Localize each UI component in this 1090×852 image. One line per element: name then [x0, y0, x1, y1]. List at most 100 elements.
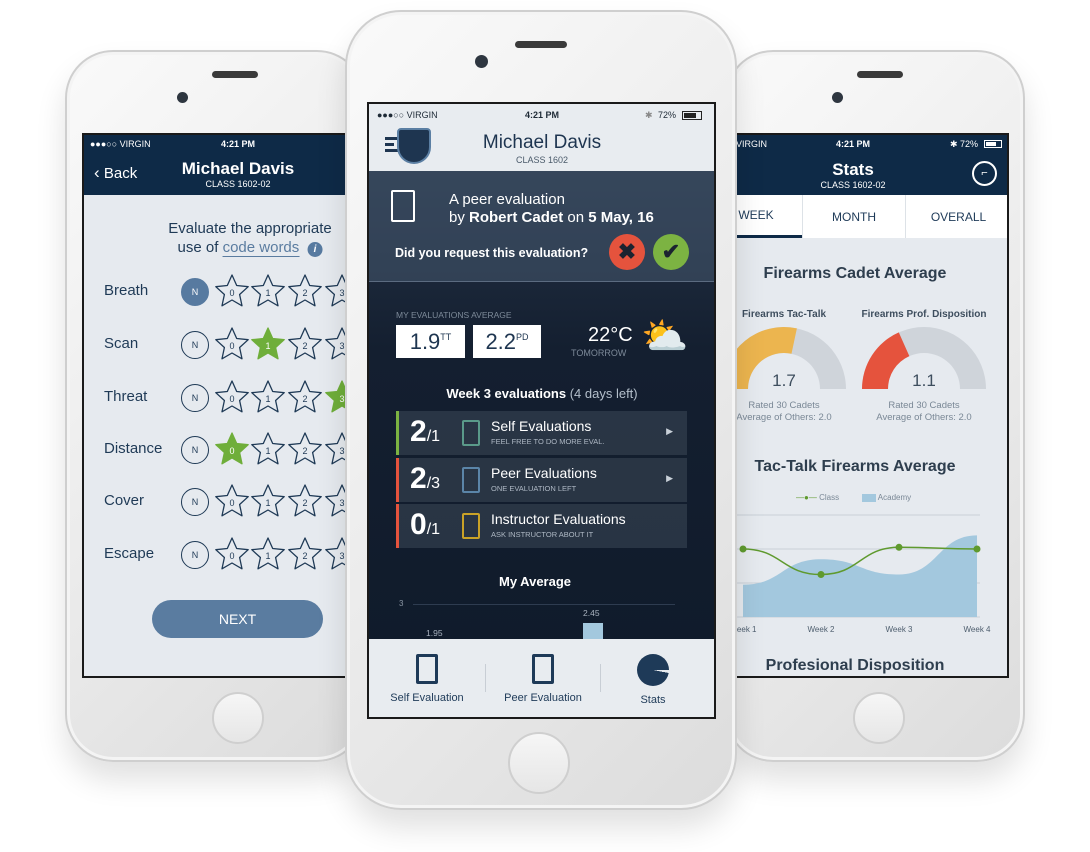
star-number: 2	[302, 551, 307, 561]
prof-disposition-average: 2.2 PD	[473, 325, 541, 358]
rating-star-2-button[interactable]: 2	[285, 378, 325, 418]
prompt-text: Evaluate the appropriate	[168, 220, 332, 237]
rating-star-0-button[interactable]: 0	[212, 325, 252, 365]
evaluation-count: 0/1	[410, 508, 440, 542]
rating-star-0-button[interactable]: 0	[212, 535, 252, 575]
back-button[interactable]: ‹ Back	[94, 163, 137, 183]
rating-star-0-button[interactable]: 0	[212, 378, 252, 418]
star-number: 2	[302, 394, 307, 404]
star-number: 0	[229, 551, 234, 561]
gauge-value: 1.7	[772, 371, 796, 390]
star-number: 0	[229, 288, 234, 298]
unit: PD	[516, 331, 529, 342]
tab-label: Peer Evaluation	[504, 692, 582, 704]
rating-star-2-button[interactable]: 2	[285, 272, 325, 312]
gridline	[413, 604, 675, 605]
rating-star-0-button[interactable]: 0	[212, 430, 252, 470]
home-button[interactable]	[508, 732, 570, 794]
my-average-title: My Average	[498, 574, 572, 589]
rating-star-2-button[interactable]: 2	[285, 430, 325, 470]
tab-self-evaluation[interactable]: Self Evaluation	[372, 649, 482, 704]
criterion-label: Threat	[104, 388, 148, 405]
notification-question: Did you request this evaluation?	[395, 246, 589, 260]
camera	[832, 92, 843, 103]
rating-star-1-button[interactable]: 1	[248, 535, 288, 575]
rating-star-1-button[interactable]: 1	[248, 482, 288, 522]
evaluation-note: FEEL FREE TO DO MORE EVAL.	[491, 437, 605, 446]
evaluation-title: Self Evaluations	[491, 418, 592, 434]
page-title: Michael Davis	[181, 159, 295, 178]
gauge-rated: Rated 30 Cadets	[748, 400, 820, 411]
star-number: 2	[302, 341, 307, 351]
rating-star-2-button[interactable]: 2	[285, 325, 325, 365]
required-count: /1	[426, 428, 441, 445]
evaluation-row[interactable]: 2/3 Peer Evaluations ONE EVALUATION LEFT ▶	[396, 458, 687, 502]
rating-star-2-button[interactable]: 2	[285, 482, 325, 522]
page-subtitle: CLASS 1602-02	[205, 179, 271, 189]
carrier: ●●●○○ VIRGIN	[90, 139, 151, 149]
evaluation-note: ONE EVALUATION LEFT	[491, 484, 577, 493]
evaluation-row[interactable]: 0/1 Instructor Evaluations ASK INSTRUCTOR …	[396, 504, 687, 548]
rating-n-button[interactable]: N	[181, 541, 209, 569]
home-button[interactable]	[853, 692, 905, 744]
week-title: Week 3 evaluations (4 days left)	[446, 386, 637, 401]
criterion-label: Scan	[104, 335, 139, 352]
tac-talk-average: 1.9 TT	[396, 325, 465, 358]
info-icon[interactable]: i	[307, 242, 323, 257]
rating-n-button[interactable]: N	[181, 488, 209, 516]
legend-line-icon: —●—	[796, 493, 817, 502]
rating-n-button[interactable]: N	[181, 384, 209, 412]
prompt-line2: use of code words i	[178, 239, 323, 257]
tab-stats[interactable]: Stats	[598, 649, 708, 706]
page-title: Michael Davis	[482, 132, 602, 153]
next-button[interactable]: NEXT	[152, 600, 323, 638]
next-section-title: Profesional Disposition	[765, 657, 945, 674]
tab-peer-evaluation[interactable]: Peer Evaluation	[488, 649, 598, 704]
evaluation-row[interactable]: 2/1 Self Evaluations FEEL FREE TO DO MORE …	[396, 411, 687, 455]
rating-star-1-button[interactable]: 1	[248, 325, 288, 365]
star-number: 3	[339, 446, 344, 456]
evaluation-note: ASK INSTRUCTOR ABOUT IT	[491, 530, 594, 539]
criterion-label: Cover	[104, 492, 145, 509]
rating-n-button[interactable]: N	[181, 278, 209, 306]
chevron-right-icon: ▶	[666, 426, 673, 436]
rating-label: N	[191, 393, 199, 403]
accept-button[interactable]: ✔	[653, 234, 689, 270]
clock: 4:21 PM	[220, 139, 256, 149]
star-number: 0	[229, 498, 234, 508]
prompt-prefix: use of	[177, 239, 223, 256]
done-count: 2	[410, 415, 427, 448]
clipboard-group-icon	[391, 190, 415, 222]
reject-button[interactable]: ✖	[609, 234, 645, 270]
star-number: 3	[339, 551, 344, 561]
status-bar-indicator	[396, 411, 399, 455]
star-number: 1	[265, 446, 270, 456]
gauge-fill	[862, 332, 910, 389]
gauge-value: 1.1	[912, 371, 936, 390]
rating-n-button[interactable]: N	[181, 436, 209, 464]
clipboard-icon	[462, 420, 480, 446]
rating-star-1-button[interactable]: 1	[248, 378, 288, 418]
star-number: 2	[302, 288, 307, 298]
speaker	[515, 41, 567, 48]
evaluation-count: 2/1	[410, 415, 440, 449]
on: on	[563, 209, 589, 226]
rating-star-0-button[interactable]: 0	[212, 482, 252, 522]
star-number: 0	[229, 446, 234, 456]
rating-star-1-button[interactable]: 1	[248, 430, 288, 470]
legend-academy: Academy	[862, 493, 911, 502]
code-words-link[interactable]: code words	[222, 239, 300, 257]
page-subtitle: CLASS 1602	[515, 155, 569, 165]
tab-label: Stats	[640, 694, 666, 706]
rating-star-2-button[interactable]: 2	[285, 535, 325, 575]
legend-swatch-icon	[862, 493, 876, 502]
rating-star-1-button[interactable]: 1	[248, 272, 288, 312]
rating-star-0-button[interactable]: 0	[212, 272, 252, 312]
rating-n-button[interactable]: N	[181, 331, 209, 359]
rating-label: N	[191, 287, 199, 297]
chart-title: Tac-Talk Firearms Average	[754, 458, 956, 475]
rating-label: N	[191, 340, 199, 350]
weather-temp: 22°C	[588, 324, 633, 346]
y-tick: 3	[399, 599, 404, 608]
home-button[interactable]	[212, 692, 264, 744]
